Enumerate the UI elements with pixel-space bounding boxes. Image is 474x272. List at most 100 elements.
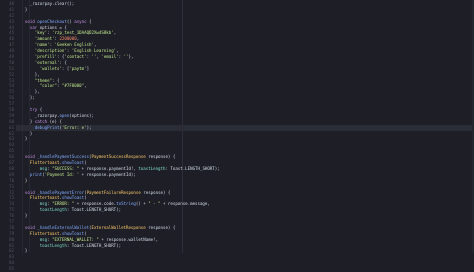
- code-token: open: [59, 112, 70, 118]
- code-token: 'rzp_test_1DAAQD2Xw4S8kb': [52, 30, 114, 36]
- code-token: 'prefill': [20, 54, 57, 60]
- code-token: showToast: [61, 160, 85, 166]
- code-token: _razorpay.: [20, 112, 60, 118]
- line-number-gutter: 40 41 42 43 44 45 46 47 48 49 50 51 52 53 54 55 56 57 58 59…: [0, 0, 16, 271]
- code-editor[interactable]: 40 41 42 43 44 45 46 47 48 49 50 51 52 53 54 55 56 57 58 59…: [0, 0, 474, 271]
- code-token: (: [84, 230, 87, 236]
- code-token: "ERROR: ": [52, 201, 75, 207]
- code-token: void: [20, 224, 38, 230]
- code-token: : Toast.LENGTH_SHORT);: [66, 242, 122, 248]
- code-token: Fluttertoast: [29, 195, 60, 201]
- code-token: 'Payment Id: ': [44, 171, 80, 177]
- code-token: print: [29, 171, 43, 177]
- code-token: toastLength: [138, 165, 166, 171]
- code-token: : Toast.LENGTH_SHORT);: [66, 207, 122, 213]
- code-token: }: [20, 6, 28, 12]
- code-token: "theme": [20, 77, 53, 83]
- code-token: 2200000: [59, 36, 77, 42]
- code-token: : Toast.LENGTH_SHORT);: [165, 165, 220, 171]
- code-token: (e) {: [47, 118, 62, 124]
- code-token: options = {: [39, 24, 67, 30]
- code-token: 'name': [20, 42, 50, 48]
- code-token: ,: [84, 83, 87, 89]
- code-token: "color": [20, 83, 57, 89]
- code-token: msg: [20, 201, 48, 207]
- code-token: ,: [93, 42, 97, 48]
- code-token: },: [20, 71, 40, 77]
- code-token: ,: [76, 36, 80, 42]
- code-token: async: [74, 18, 87, 24]
- code-token: showToast: [61, 195, 85, 201]
- code-token: _handlePaymentError: [37, 189, 85, 195]
- code-token: "EXTERNAL_WALLET: ": [52, 236, 99, 242]
- code-token: debugPrint: [34, 124, 60, 130]
- code-token: _handleExternalWallet: [37, 224, 90, 230]
- code-token: response) {: [140, 189, 171, 195]
- code-token: var: [20, 24, 40, 30]
- code-token: Fluttertoast: [29, 160, 60, 166]
- code-token: PaymentSuccessResponse: [91, 154, 146, 160]
- code-token: "#7F8000": [61, 83, 85, 89]
- code-token: }: [20, 248, 28, 253]
- code-token: response) {: [145, 154, 176, 160]
- code-token: try: [20, 107, 40, 113]
- code-token: : {: [59, 59, 67, 65]
- code-token: },: [20, 89, 40, 95]
- code-line[interactable]: }: [16, 248, 474, 253]
- code-token: response) {: [145, 224, 176, 230]
- code-token: toastLength: [20, 207, 67, 213]
- code-token: 'Geeken English': [54, 42, 94, 48]
- code-token: catch: [34, 118, 48, 124]
- code-token: );: [86, 124, 92, 130]
- code-token: ,: [116, 48, 119, 54]
- code-token: void: [20, 189, 38, 195]
- code-token: 'English Learning': [71, 48, 117, 54]
- code-token: ExternalWalletResponse: [91, 224, 146, 230]
- code-token: };: [20, 95, 35, 101]
- code-token: {: [86, 18, 92, 24]
- code-token: }: [20, 136, 28, 142]
- code-token: 'description': [20, 48, 67, 54]
- code-token: openCheckout: [37, 18, 67, 24]
- code-token: + response.walletName!,: [98, 236, 159, 242]
- code-token: {: [39, 107, 43, 113]
- code-token: PaymentFailureResponse: [86, 189, 141, 195]
- code-token: (: [84, 160, 87, 166]
- code-token: ]: [86, 65, 90, 71]
- code-token: msg: [20, 236, 48, 242]
- code-token: "SUCCESS: ": [52, 165, 80, 171]
- code-token: }: [20, 118, 35, 124]
- code-token: 'wallets': [20, 65, 62, 71]
- code-token: }: [20, 130, 33, 136]
- line-number: 85: [9, 266, 14, 272]
- code-token: + response.message,: [160, 201, 210, 207]
- code-token: void: [20, 154, 38, 160]
- code-token: (: [84, 195, 87, 201]
- code-token: " - ": [148, 201, 161, 207]
- code-token: 'amount': [20, 36, 55, 42]
- code-token: }: [20, 177, 28, 183]
- code-token: 'paytm': [69, 65, 87, 71]
- code-token: void: [20, 18, 38, 24]
- code-token: Fluttertoast: [29, 230, 60, 236]
- code-token: _handlePaymentSuccess: [37, 154, 90, 160]
- code-token: 'key': [20, 30, 48, 36]
- code-token: (options);: [69, 112, 94, 118]
- code-token: () +: [135, 201, 149, 207]
- code-token: : {: [52, 77, 60, 83]
- code-token: msg: [20, 165, 48, 171]
- code-token: 'external': [20, 59, 60, 65]
- code-token: + response.paymentId);: [79, 171, 136, 177]
- code-token: ,: [113, 30, 117, 36]
- code-token: + response.paymentId!,: [79, 165, 139, 171]
- code-token: },: [128, 54, 134, 60]
- code-token: 'email': [101, 54, 119, 60]
- code-token: 'contact': [64, 54, 87, 60]
- code-area[interactable]: _razorpay.clear(); } void openCheckout ()…: [16, 0, 474, 253]
- code-token: + response.code.: [74, 201, 117, 207]
